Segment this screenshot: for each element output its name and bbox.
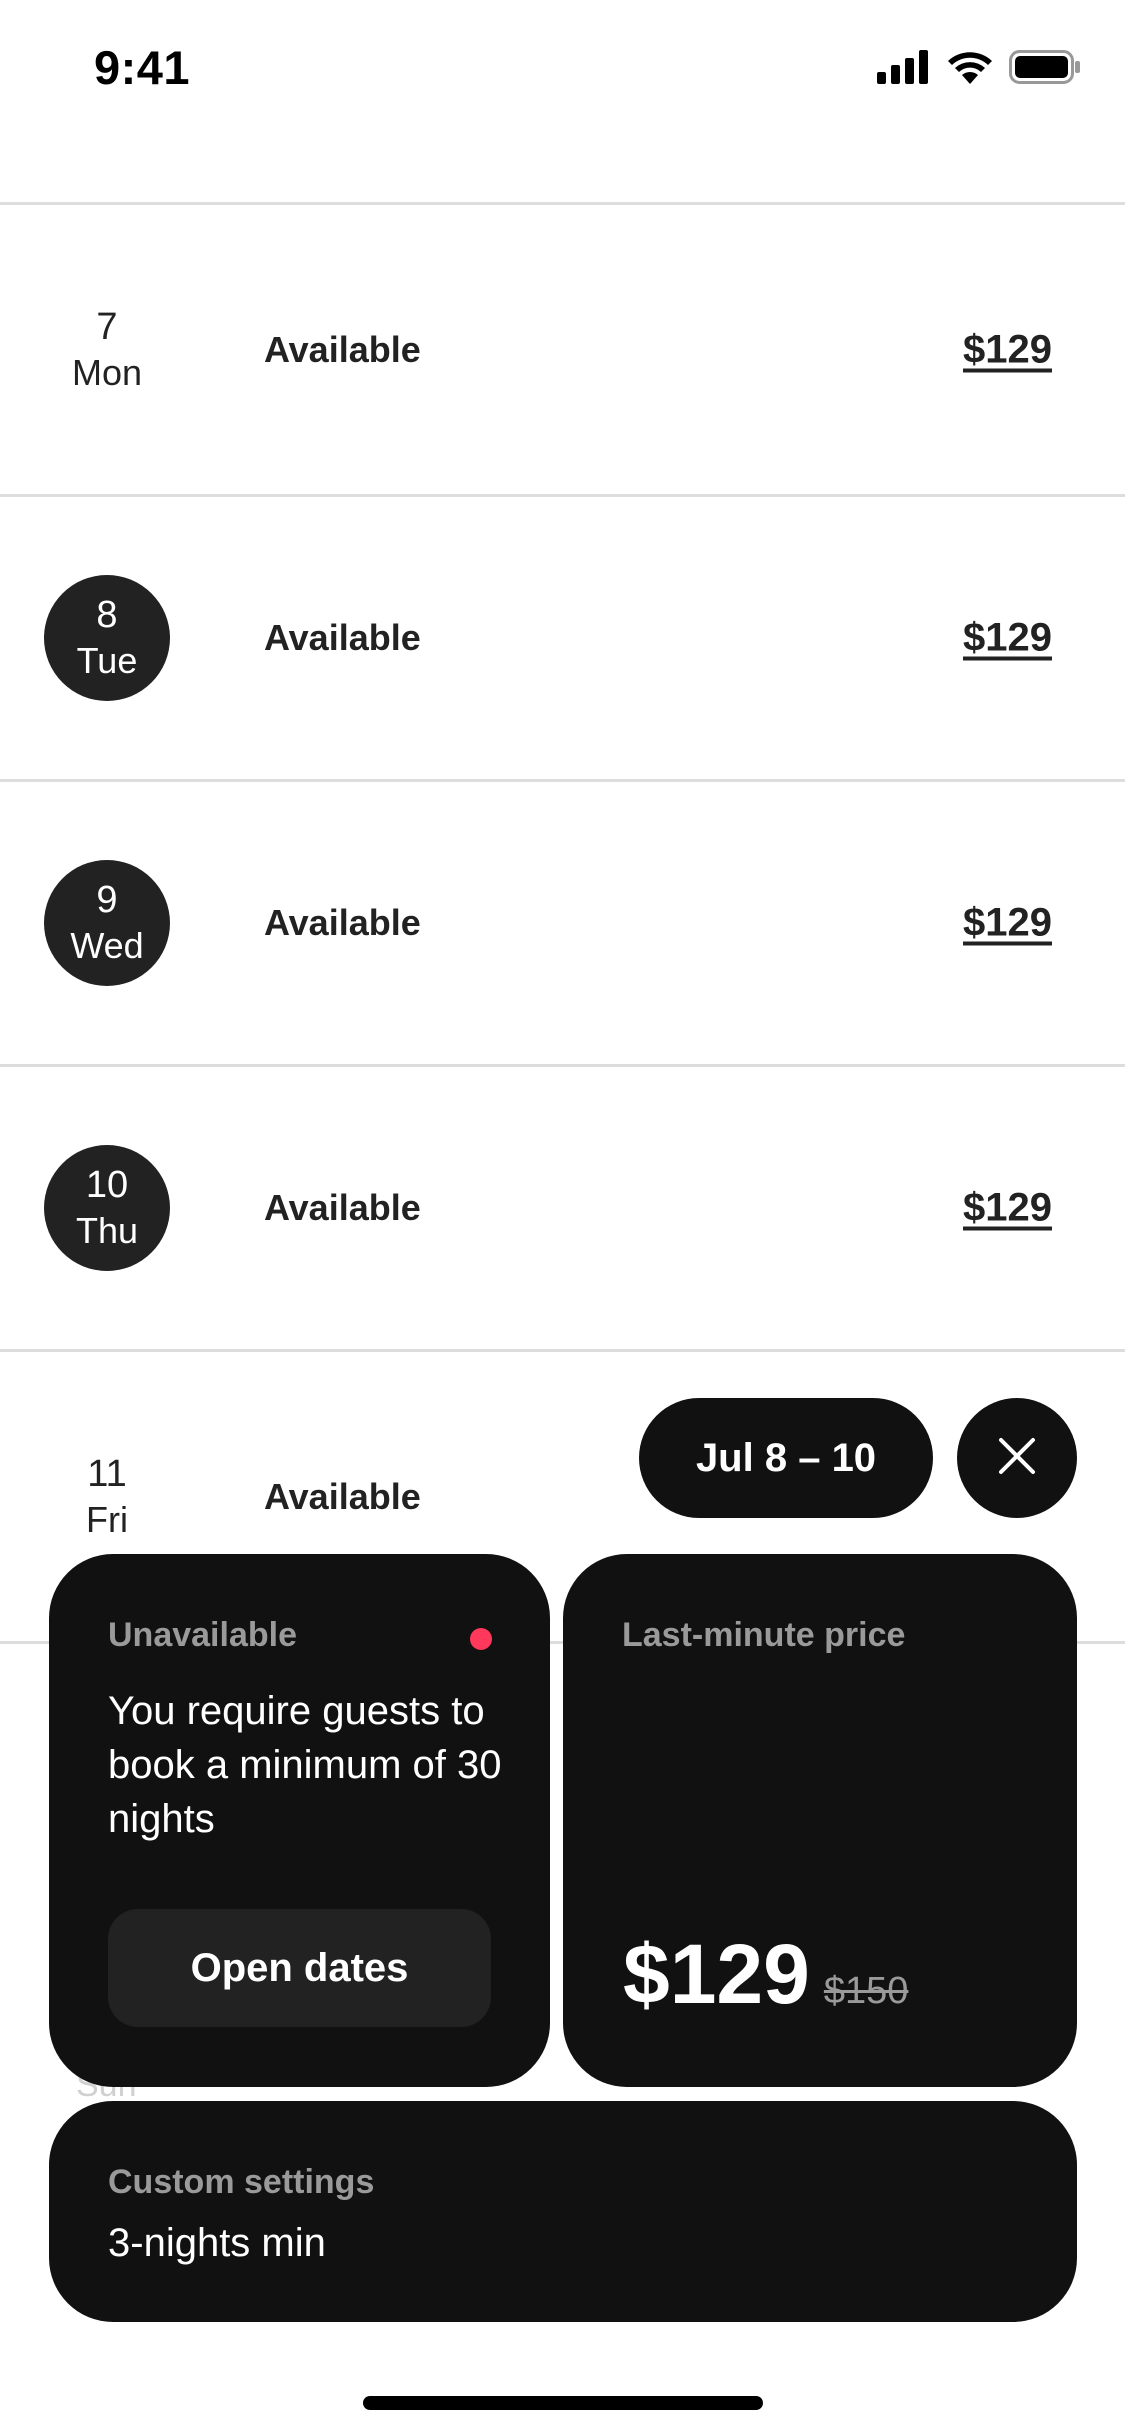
last-minute-price-card[interactable]: Last-minute price $129 $150 <box>563 1554 1077 2087</box>
date-cell: 7 Mon <box>44 287 170 413</box>
card-label: Last-minute price <box>622 1616 906 1654</box>
status-time: 9:41 <box>94 41 191 94</box>
day-name: Tue <box>76 640 138 681</box>
day-number: 8 <box>96 594 118 636</box>
status-icons <box>877 50 1081 89</box>
price-link[interactable]: $129 <box>963 1186 1052 1231</box>
calendar-row[interactable]: 9 Wed Available $129 <box>0 782 1125 1064</box>
wifi-icon <box>947 50 993 89</box>
date-cell: 11 Fri <box>44 1434 170 1560</box>
unavailable-message: You require guests to book a minimum of … <box>108 1689 502 1841</box>
availability-status: Available <box>264 902 421 943</box>
signal-icon <box>877 50 931 89</box>
day-name: Thu <box>75 1210 139 1251</box>
price-link[interactable]: $129 <box>963 901 1052 946</box>
calendar-row[interactable]: 7 Mon Available $129 <box>0 205 1125 494</box>
calendar-list: 7 Mon Available $129 8 Tue Available $12… <box>0 202 1125 1644</box>
date-cell-selected: 8 Tue <box>44 575 170 701</box>
day-number: 7 <box>96 305 118 348</box>
price-block: $129 $150 <box>623 1932 908 2016</box>
card-label: Custom settings <box>108 2163 375 2201</box>
home-indicator <box>363 2396 763 2410</box>
status-bar: 9:41 <box>0 0 1125 140</box>
date-cell-selected: 10 Thu <box>44 1145 170 1271</box>
day-number: 9 <box>96 879 118 921</box>
day-name: Mon <box>71 351 143 393</box>
alert-dot-icon <box>470 1628 492 1650</box>
day-number: 11 <box>87 1452 127 1495</box>
availability-status: Available <box>264 1475 421 1517</box>
price-link[interactable]: $129 <box>963 616 1052 661</box>
card-label: Unavailable <box>108 1616 297 1654</box>
selected-dates-pill[interactable]: Jul 8 – 10 <box>639 1398 933 1518</box>
availability-status: Available <box>264 328 421 370</box>
calendar-row[interactable]: 10 Thu Available $129 <box>0 1067 1125 1349</box>
unavailable-card[interactable]: Unavailable You require guests to book a… <box>49 1554 550 2087</box>
close-icon <box>997 1436 1037 1481</box>
custom-settings-card[interactable]: Custom settings 3-nights min <box>49 2101 1077 2322</box>
day-name: Fri <box>86 1498 128 1540</box>
day-name: Wed <box>70 925 144 966</box>
price-link[interactable]: $129 <box>963 327 1052 372</box>
availability-status: Available <box>264 617 421 658</box>
open-dates-button[interactable]: Open dates <box>108 1909 491 2027</box>
date-cell-selected: 9 Wed <box>44 860 170 986</box>
current-price: $129 <box>623 1927 810 2021</box>
close-button[interactable] <box>957 1398 1077 1518</box>
custom-settings-value: 3-nights min <box>108 2221 326 2265</box>
selected-dates-label: Jul 8 – 10 <box>695 1435 877 1480</box>
calendar-row[interactable]: 8 Tue Available $129 <box>0 497 1125 779</box>
day-number: 10 <box>85 1164 129 1206</box>
original-price: $150 <box>823 1970 909 2012</box>
battery-icon <box>1009 50 1081 89</box>
open-dates-label: Open dates <box>190 1945 409 1990</box>
availability-status: Available <box>264 1187 421 1228</box>
